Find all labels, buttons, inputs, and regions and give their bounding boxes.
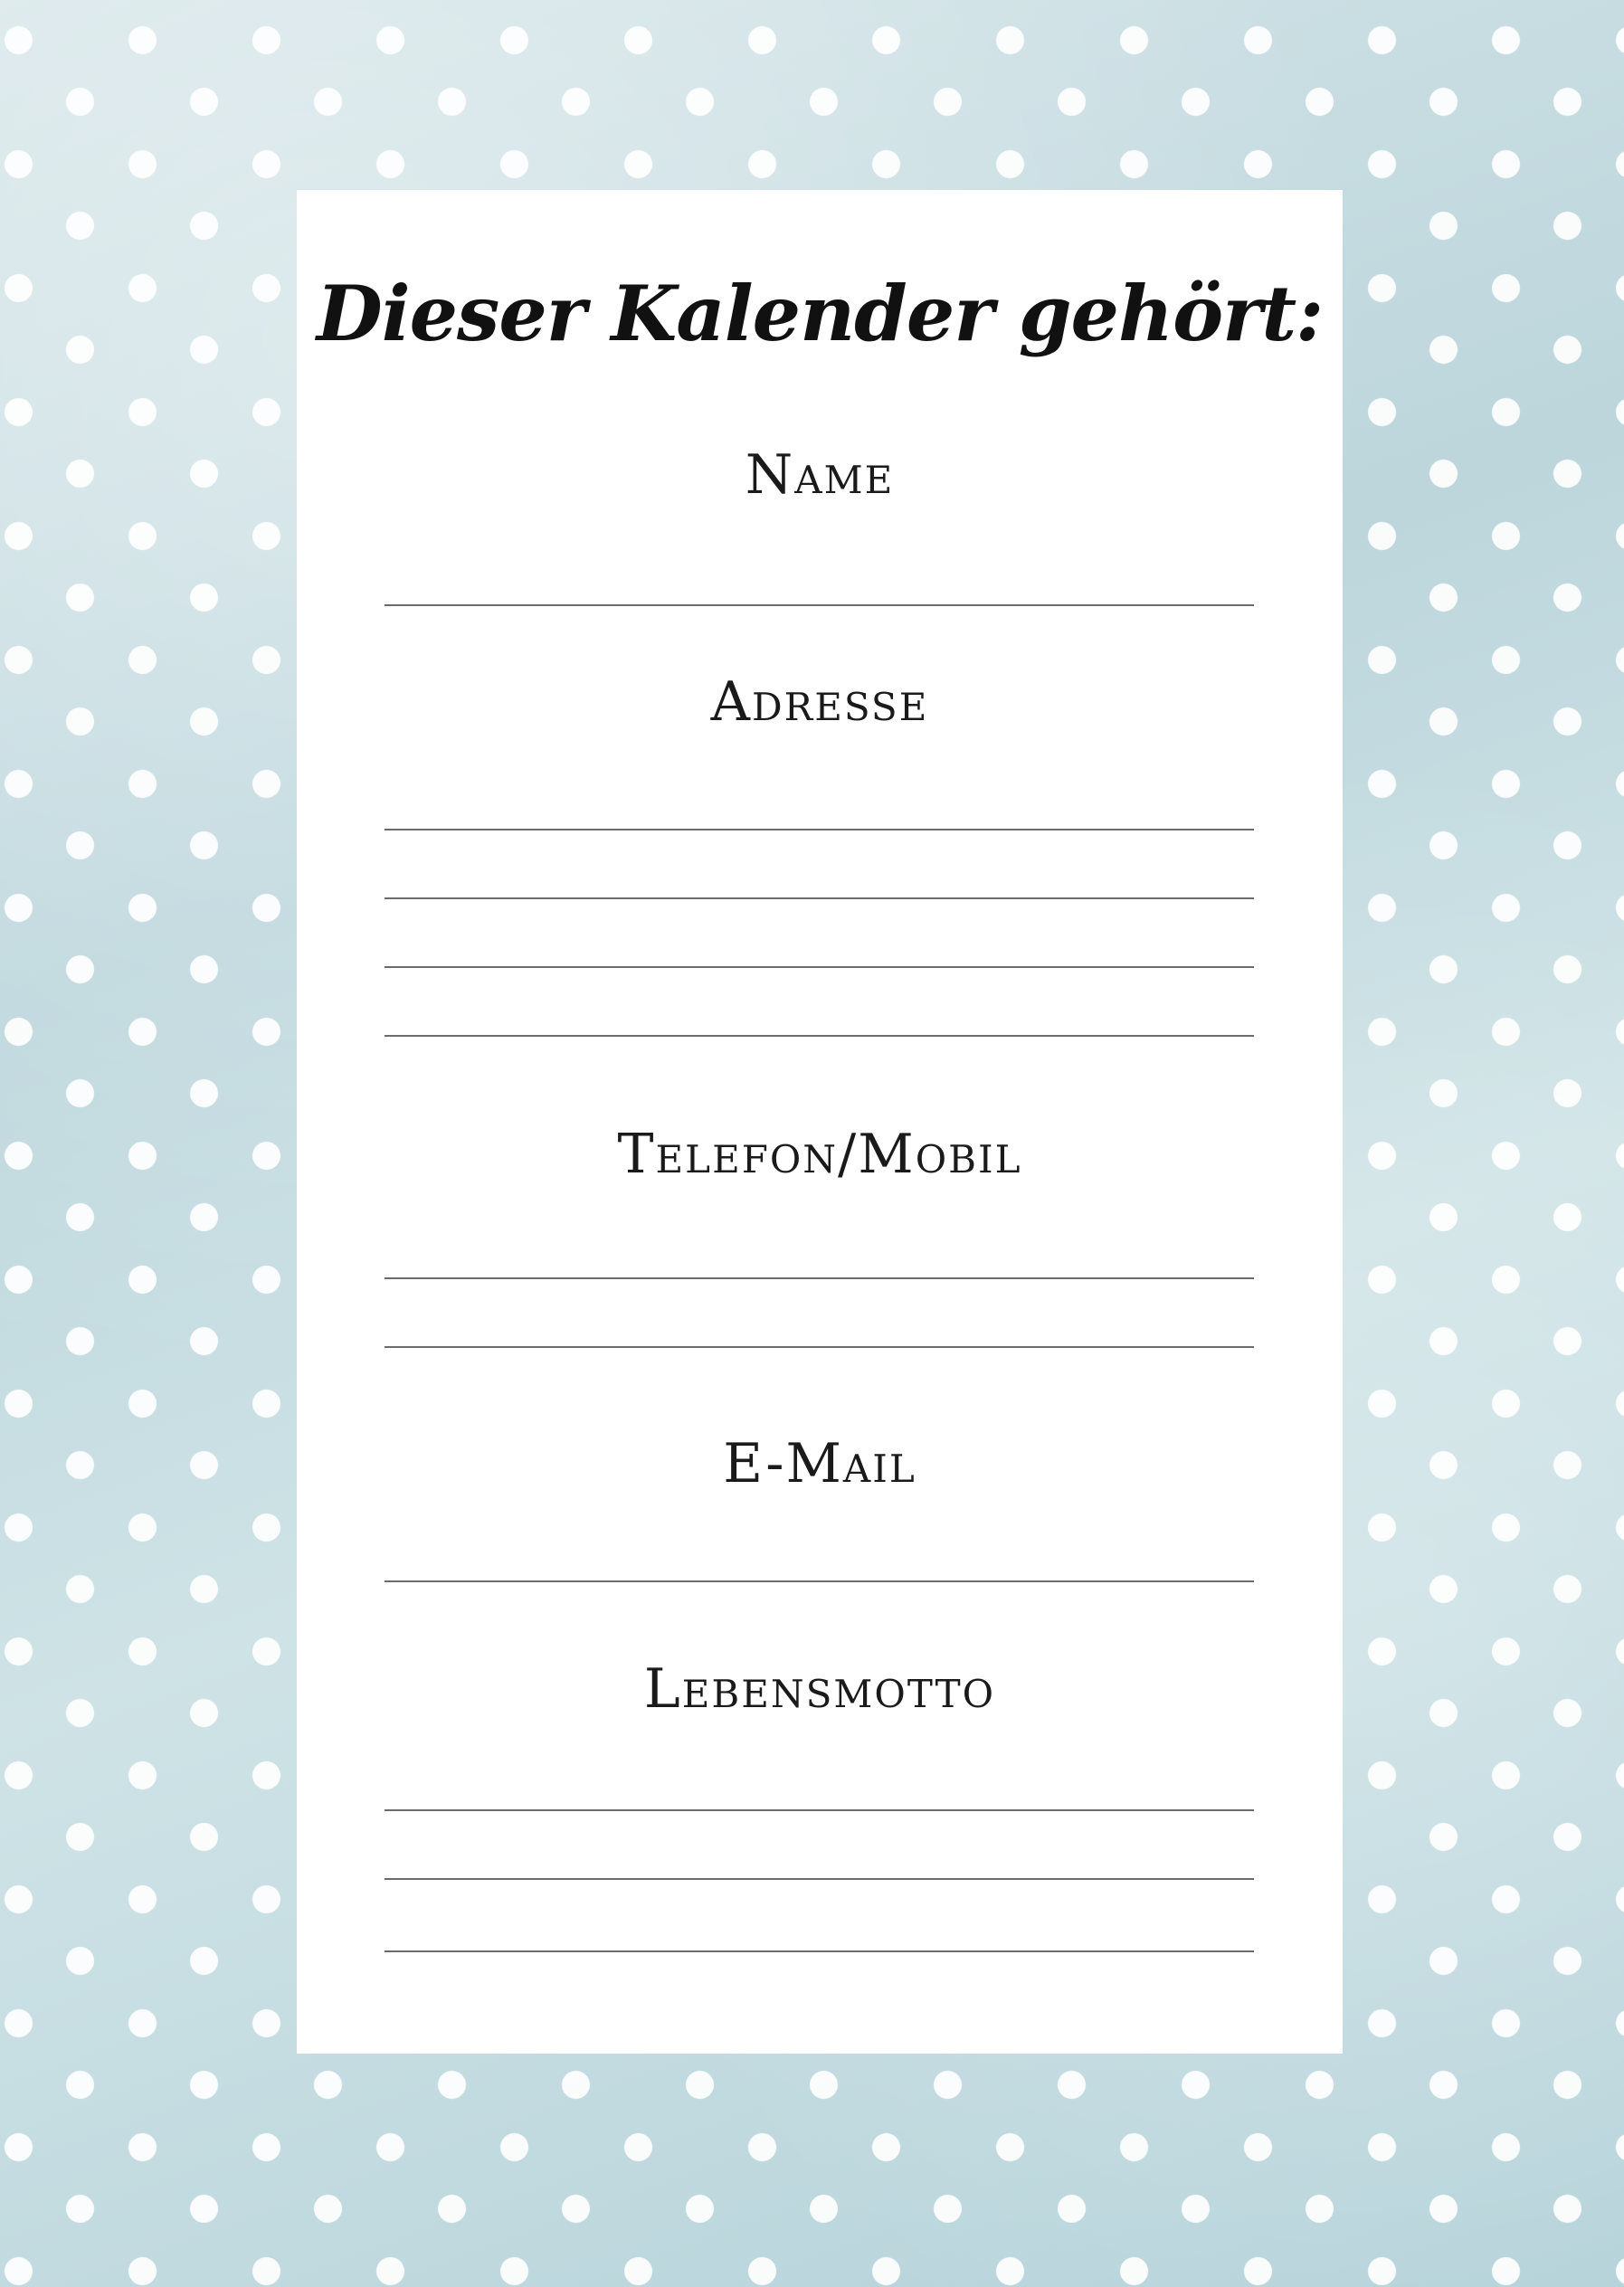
email-label: E-Mail (723, 1432, 916, 1495)
address-line[interactable] (385, 966, 1254, 968)
email-line[interactable] (385, 1580, 1254, 1582)
phone-line[interactable] (385, 1277, 1254, 1279)
address-label: Adresse (710, 670, 929, 734)
address-line[interactable] (385, 829, 1254, 830)
motto-line[interactable] (385, 1950, 1254, 1952)
address-line[interactable] (385, 897, 1254, 899)
motto-line[interactable] (385, 1878, 1254, 1880)
name-line[interactable] (385, 604, 1254, 606)
motto-line[interactable] (385, 1809, 1254, 1811)
address-line[interactable] (385, 1035, 1254, 1037)
phone-label: Telefon/Mobil (617, 1123, 1022, 1186)
motto-label: Lebensmotto (643, 1657, 996, 1721)
phone-line[interactable] (385, 1346, 1254, 1348)
name-label: Name (745, 443, 895, 507)
page-title: Dieser Kalender gehört: (316, 269, 1324, 358)
owner-card: Dieser Kalender gehört: Name Adresse Tel… (297, 190, 1343, 2054)
